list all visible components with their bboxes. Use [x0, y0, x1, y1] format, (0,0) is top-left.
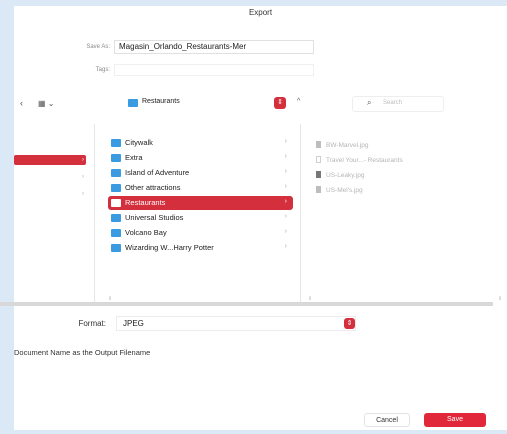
format-label: Format:: [78, 319, 106, 328]
folder-item[interactable]: Volcano Bay ›: [108, 226, 293, 240]
folder-item-selected[interactable]: Restaurants ›: [108, 196, 293, 210]
folder-name: Universal Studios: [125, 213, 184, 222]
format-dropdown-button[interactable]: ⇕: [344, 318, 355, 329]
file-item[interactable]: Travel Your...- Restaurants: [316, 156, 403, 164]
folder-icon: [128, 99, 138, 107]
chevron-right-icon: ›: [284, 138, 287, 145]
chevron-right-icon: ›: [284, 153, 287, 160]
image-file-icon: [316, 141, 321, 148]
folder-name: Extra: [125, 153, 143, 162]
chevron-right-icon: ›: [284, 228, 287, 235]
location-label: Restaurants: [142, 98, 180, 105]
grid-view-icon[interactable]: ▦ ⌄: [38, 99, 54, 108]
folder-item[interactable]: Other attractions ›: [108, 181, 293, 195]
file-browser: › › › Citywalk › Extra › Island of Adven…: [14, 124, 507, 304]
search-icon: ⌕: [367, 98, 372, 107]
format-select[interactable]: JPEG ⇕: [116, 316, 356, 331]
file-name: US-Mel's.jpg: [326, 187, 363, 194]
folder-icon: [111, 199, 121, 207]
back-chevron-icon[interactable]: ‹: [20, 98, 23, 108]
location-dropdown-button[interactable]: ⇕: [274, 97, 286, 109]
column-resize-handle[interactable]: ॥: [108, 294, 112, 302]
chevron-up-icon[interactable]: ^: [297, 98, 300, 105]
chevron-right-icon: ›: [82, 157, 84, 163]
folder-name: Other attractions: [125, 183, 181, 192]
folder-column[interactable]: Citywalk › Extra › Island of Adventure ›…: [96, 124, 298, 304]
folder-name: Wizarding W...Harry Potter: [125, 243, 214, 252]
file-item[interactable]: US-Mel's.jpg: [316, 186, 363, 194]
folder-icon: [111, 139, 121, 147]
chevron-right-icon: ›: [284, 243, 287, 250]
file-item[interactable]: US-Leaky.jpg: [316, 171, 365, 179]
chevron-right-icon: ›: [82, 191, 84, 197]
folder-icon: [111, 229, 121, 237]
folder-icon: [111, 169, 121, 177]
folder-name: Island of Adventure: [125, 168, 190, 177]
folder-item[interactable]: Wizarding W...Harry Potter ›: [108, 241, 293, 255]
folder-icon: [111, 184, 121, 192]
chevron-right-icon: ›: [82, 174, 84, 180]
folder-icon: [111, 154, 121, 162]
file-name: Travel Your...- Restaurants: [326, 157, 403, 164]
cancel-button[interactable]: Cancel: [364, 413, 410, 427]
folder-name: Volcano Bay: [125, 228, 167, 237]
chevron-right-icon: ›: [284, 213, 287, 220]
folder-item[interactable]: Island of Adventure ›: [108, 166, 293, 180]
sidebar-column[interactable]: › › ›: [14, 124, 92, 304]
horizontal-scrollbar[interactable]: [0, 302, 493, 306]
chevron-right-icon: ›: [284, 198, 287, 205]
file-name: US-Leaky.jpg: [326, 172, 365, 179]
file-name: BW-Marvel.jpg: [326, 142, 369, 149]
window-frame-top: [0, 0, 507, 6]
column-resize-handle[interactable]: ॥: [498, 294, 502, 302]
location-popup[interactable]: Restaurants ⇕ ^: [125, 96, 311, 110]
document-icon: [316, 156, 321, 163]
save-as-label: Save As:: [86, 44, 110, 50]
folder-item[interactable]: Citywalk ›: [108, 136, 293, 150]
folder-name: Restaurants: [125, 198, 166, 207]
save-button[interactable]: Save: [424, 413, 486, 427]
column-divider[interactable]: [94, 124, 95, 304]
folder-name: Citywalk: [125, 138, 153, 147]
column-resize-handle[interactable]: ॥: [308, 294, 312, 302]
tags-field[interactable]: [114, 64, 314, 76]
chevron-right-icon: ›: [284, 183, 287, 190]
folder-icon: [111, 244, 121, 252]
folder-item[interactable]: Extra ›: [108, 151, 293, 165]
search-field[interactable]: ⌕ Search: [352, 96, 444, 112]
chevron-right-icon: ›: [284, 168, 287, 175]
search-placeholder: Search: [383, 100, 403, 106]
format-value: JPEG: [123, 319, 144, 328]
window-frame-left: [0, 0, 14, 434]
dialog-title: Export: [248, 8, 273, 17]
folder-icon: [111, 214, 121, 222]
sidebar-selected-item[interactable]: [14, 155, 86, 165]
image-file-icon: [316, 171, 321, 178]
image-file-icon: [316, 186, 321, 193]
folder-item[interactable]: Universal Studios ›: [108, 211, 293, 225]
window-frame-bottom: [0, 430, 507, 434]
file-column[interactable]: BW-Marvel.jpg Travel Your...- Restaurant…: [302, 124, 507, 304]
tags-label: Tags:: [95, 67, 110, 73]
save-as-field[interactable]: Magasin_Orlando_Restaurants-Mer: [114, 40, 314, 54]
column-divider[interactable]: [300, 124, 301, 304]
output-filename-option[interactable]: Document Name as the Output Filename: [14, 348, 150, 357]
file-item[interactable]: BW-Marvel.jpg: [316, 141, 369, 149]
